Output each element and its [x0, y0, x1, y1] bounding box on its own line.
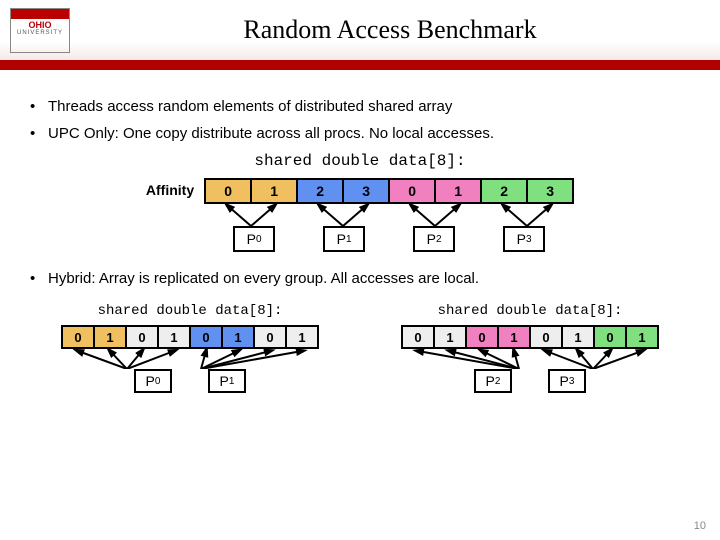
array-cell: 0 [401, 325, 435, 349]
diagram-hybrid: shared double data[8]: 0 1 0 1 0 1 0 1 [30, 297, 690, 393]
proc-box: P3 [548, 369, 586, 393]
procs-row-top: P0 P1 P2 P3 [233, 226, 545, 252]
array-cell: 1 [221, 325, 255, 349]
array-cells-top: 0 1 2 3 0 1 2 3 [204, 178, 574, 204]
bullet-1: Threads access random elements of distri… [30, 98, 690, 115]
red-divider [0, 60, 720, 70]
page-number: 10 [694, 520, 706, 532]
array-cell: 0 [204, 178, 252, 204]
proc-box: P1 [323, 226, 365, 252]
array-cell: 1 [561, 325, 595, 349]
array-cell: 0 [465, 325, 499, 349]
array-cell: 0 [593, 325, 627, 349]
slide-content: Threads access random elements of distri… [0, 70, 720, 393]
slide-title: Random Access Benchmark [70, 15, 710, 45]
array-cells-right: 0 1 0 1 0 1 0 1 [401, 325, 659, 349]
array-cell: 3 [526, 178, 574, 204]
array-cell: 0 [61, 325, 95, 349]
array-cell: 1 [497, 325, 531, 349]
array-cell: 0 [125, 325, 159, 349]
array-cells-left: 0 1 0 1 0 1 0 1 [61, 325, 319, 349]
array-cell: 1 [434, 178, 482, 204]
affinity-label: Affinity [146, 178, 194, 198]
array-cell: 1 [157, 325, 191, 349]
array-cell: 1 [285, 325, 319, 349]
bullet-3: Hybrid: Array is replicated on every gro… [30, 270, 690, 287]
array-cell: 1 [433, 325, 467, 349]
code-declaration-left: shared double data[8]: [30, 303, 350, 319]
procs-row-right: P2 P3 [474, 369, 586, 393]
slide-header: OHIO UNIVERSITY Random Access Benchmark [0, 0, 720, 60]
proc-box: P2 [474, 369, 512, 393]
arrows-left [61, 347, 319, 369]
array-cell: 0 [253, 325, 287, 349]
proc-box: P1 [208, 369, 246, 393]
arrows-right [401, 347, 659, 369]
procs-row-left: P0 P1 [134, 369, 246, 393]
hybrid-left: shared double data[8]: 0 1 0 1 0 1 0 1 [30, 297, 350, 393]
array-cell: 2 [480, 178, 528, 204]
proc-box: P0 [233, 226, 275, 252]
array-cell: 1 [250, 178, 298, 204]
array-cell: 0 [189, 325, 223, 349]
hybrid-right: shared double data[8]: 0 1 0 1 0 1 0 1 [370, 297, 690, 393]
diagram-upc: Affinity 0 1 2 3 0 1 2 3 [30, 178, 690, 252]
array-cell: 0 [529, 325, 563, 349]
code-declaration-top: shared double data[8]: [30, 152, 690, 170]
array-cell: 0 [388, 178, 436, 204]
array-cell: 1 [93, 325, 127, 349]
osu-logo: OHIO UNIVERSITY [10, 8, 70, 53]
proc-box: P0 [134, 369, 172, 393]
proc-box: P3 [503, 226, 545, 252]
array-cell: 1 [625, 325, 659, 349]
arrows-top [204, 202, 574, 226]
array-cell: 3 [342, 178, 390, 204]
proc-box: P2 [413, 226, 455, 252]
code-declaration-right: shared double data[8]: [370, 303, 690, 319]
array-cell: 2 [296, 178, 344, 204]
bullet-2: UPC Only: One copy distribute across all… [30, 125, 690, 142]
